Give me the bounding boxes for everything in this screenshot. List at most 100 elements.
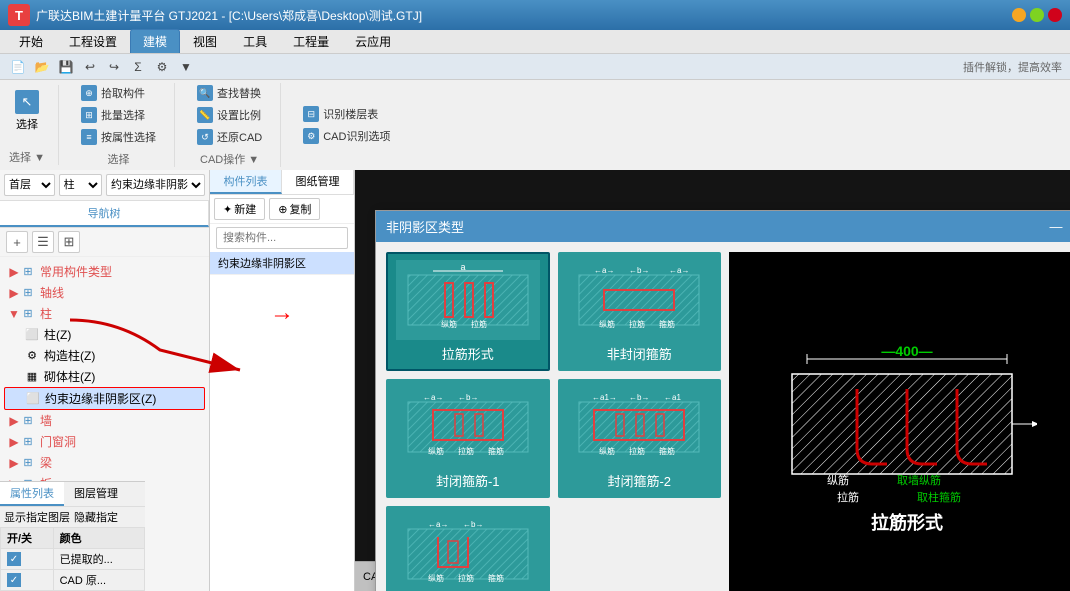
qt-redo[interactable]: ↪ xyxy=(104,57,124,77)
qt-sum[interactable]: Σ xyxy=(128,57,148,77)
dialog-title-bar[interactable]: 非阴影区类型 — ✕ xyxy=(376,211,1070,242)
tree-item-axis[interactable]: ▶ ⊞ 轴线 xyxy=(4,282,205,303)
type-card-fengbi2[interactable]: ←a1→ ←b→ ←a1 纵筋 拉筋 箍筋 xyxy=(558,379,722,498)
svg-text:箍筋: 箍筋 xyxy=(659,319,675,329)
label-beam: 梁 xyxy=(40,454,52,471)
tab-cloud[interactable]: 云应用 xyxy=(342,29,404,53)
layer-check-2[interactable] xyxy=(1,570,54,591)
identify-floor-btn[interactable]: ⊟ 识别楼层表 xyxy=(297,104,396,124)
close-button[interactable] xyxy=(1048,8,1062,22)
qt-more[interactable]: ▼ xyxy=(176,57,196,77)
tree-item-door-window[interactable]: ▶ ⊞ 门窗洞 xyxy=(4,431,205,452)
tab-tools[interactable]: 工具 xyxy=(230,29,280,53)
select-label: 选择 xyxy=(16,116,38,132)
tab-layer-mgmt[interactable]: 图层管理 xyxy=(64,482,128,506)
expand-column[interactable]: ▼ xyxy=(8,307,20,321)
type-card-uxing[interactable]: ←a→ ←b→ 纵筋 拉筋 箍筋 U形箍筋-1 xyxy=(386,506,550,591)
tree-item-common[interactable]: ▶ ⊞ 常用构件类型 xyxy=(4,261,205,282)
floor-dropdown[interactable]: 首层 xyxy=(4,174,55,196)
tab-modeling[interactable]: 建模 xyxy=(130,29,180,53)
tab-project-settings[interactable]: 工程设置 xyxy=(56,29,130,53)
title-controls xyxy=(1012,8,1062,22)
batch-select-btn[interactable]: ⊞ 批量选择 xyxy=(75,105,162,125)
qt-new[interactable]: 📄 xyxy=(8,57,28,77)
tree-grid-btn[interactable]: ⊞ xyxy=(58,231,80,253)
card-label-lajin: 拉筋形式 xyxy=(442,340,494,363)
layer-check-1[interactable] xyxy=(1,549,54,570)
copy-component-btn[interactable]: ⊕ 复制 xyxy=(269,198,320,220)
ribbon-content: ↖ 选择 选择 ▼ ⊕ 拾取构件 ⊞ 批量选择 ≡ 按属性选择 选择 🔍 查找替… xyxy=(0,80,1070,170)
qt-open[interactable]: 📂 xyxy=(32,57,52,77)
tab-drawings[interactable]: 图纸管理 xyxy=(282,170,354,194)
attr-table: 开/关 颜色 已提取的... CAD 原... xyxy=(0,527,145,591)
tree-item-column[interactable]: ▼ ⊞ 柱 xyxy=(4,303,205,324)
tree-item-beam[interactable]: ▶ ⊞ 梁 xyxy=(4,452,205,473)
layer-row-2: CAD 原... xyxy=(1,570,145,591)
maximize-button[interactable] xyxy=(1030,8,1044,22)
tab-component-list[interactable]: 构件列表 xyxy=(210,170,282,194)
card-label-fengbi2: 封闭箍筋-2 xyxy=(607,467,671,490)
select-button[interactable]: ↖ 选择 xyxy=(8,85,46,137)
tab-start[interactable]: 开始 xyxy=(6,29,56,53)
tree-add-btn[interactable]: + xyxy=(6,231,28,253)
svg-text:—400—: —400— xyxy=(881,343,932,359)
fengbi1-svg: ←a→ ←b→ 纵筋 拉筋 箍筋 xyxy=(403,392,533,462)
qt-undo[interactable]: ↩ xyxy=(80,57,100,77)
cad-options-btn[interactable]: ⚙ CAD识别选项 xyxy=(297,126,396,146)
expand-common[interactable]: ▶ xyxy=(8,265,20,279)
find-label: 查找替换 xyxy=(217,85,261,101)
ribbon-tabs: 开始 工程设置 建模 视图 工具 工程量 云应用 xyxy=(0,30,1070,54)
layer-name-2: CAD 原... xyxy=(53,570,144,591)
qt-settings[interactable]: ⚙ xyxy=(152,57,172,77)
tree-list-btn[interactable]: ☰ xyxy=(32,231,54,253)
tab-nav-tree[interactable]: 导航树 xyxy=(0,201,209,227)
attr-tabs: 属性列表 图层管理 xyxy=(0,482,145,507)
svg-text:拉筋: 拉筋 xyxy=(471,319,487,329)
tree-item-wall[interactable]: ▶ ⊞ 墙 xyxy=(4,410,205,431)
layer-hint-2: 隐藏指定 xyxy=(74,509,118,525)
card-label-fengbi1: 封闭箍筋-1 xyxy=(436,467,500,490)
type-card-fenfeng[interactable]: ←a→ ←b→ ←a→ 纵筋 拉筋 箍筋 非封闭箍筋 xyxy=(558,252,722,371)
filter-dropdown[interactable]: 约束边缘非阴影 xyxy=(106,174,205,196)
qt-save[interactable]: 💾 xyxy=(56,57,76,77)
dialog-title-controls: — ✕ xyxy=(1048,219,1070,235)
tree-item-col-masonry[interactable]: ▦ 砌体柱(Z) xyxy=(4,366,205,387)
svg-text:←a→: ←a→ xyxy=(594,266,614,275)
dialog-min-btn[interactable]: — xyxy=(1048,219,1064,235)
svg-text:箍筋: 箍筋 xyxy=(488,446,504,456)
svg-text:取墙纵筋: 取墙纵筋 xyxy=(897,473,941,487)
identify-floor-icon: ⊟ xyxy=(303,106,319,122)
expand-wall[interactable]: ▶ xyxy=(8,414,20,428)
minimize-button[interactable] xyxy=(1012,8,1026,22)
icon-beam: ⊞ xyxy=(20,455,36,471)
tab-quantity[interactable]: 工程量 xyxy=(280,29,342,53)
component-list-item[interactable]: 约束边缘非阴影区 xyxy=(210,252,354,275)
expand-door-window[interactable]: ▶ xyxy=(8,435,20,449)
set-scale-btn[interactable]: 📏 设置比例 xyxy=(191,105,268,125)
scale-label: 设置比例 xyxy=(217,107,261,123)
app-logo: T xyxy=(8,4,30,26)
label-common: 常用构件类型 xyxy=(40,263,112,280)
svg-text:拉筋: 拉筋 xyxy=(458,573,474,583)
find-replace-btn[interactable]: 🔍 查找替换 xyxy=(191,83,268,103)
component-dropdown[interactable]: 柱 xyxy=(59,174,102,196)
tree-item-col-struct[interactable]: ⚙ 构造柱(Z) xyxy=(4,345,205,366)
tree-item-col-shadow[interactable]: ⬜ 约束边缘非阴影区(Z) xyxy=(4,387,205,410)
layer-row-1: 已提取的... xyxy=(1,549,145,570)
tab-view[interactable]: 视图 xyxy=(180,29,230,53)
quick-toolbar: 📄 📂 💾 ↩ ↪ Σ ⚙ ▼ 插件解锁，提高效率 xyxy=(0,54,1070,80)
search-input[interactable] xyxy=(216,227,348,249)
svg-text:←a→: ←a→ xyxy=(423,393,443,402)
type-card-lajin[interactable]: a 纵筋 拉筋 拉筋形式 xyxy=(386,252,550,371)
tree-item-col-z[interactable]: ⬜ 柱(Z) xyxy=(4,324,205,345)
attr-select-btn[interactable]: ≡ 按属性选择 xyxy=(75,127,162,147)
expand-beam[interactable]: ▶ xyxy=(8,456,20,470)
card-image-lajin: a 纵筋 拉筋 xyxy=(396,260,540,340)
tab-attr-list[interactable]: 属性列表 xyxy=(0,482,64,506)
expand-axis[interactable]: ▶ xyxy=(8,286,20,300)
restore-cad-btn[interactable]: ↺ 还原CAD xyxy=(191,127,268,147)
new-component-btn[interactable]: ✦ 新建 xyxy=(214,198,265,220)
type-card-fengbi1[interactable]: ←a→ ←b→ 纵筋 拉筋 箍筋 xyxy=(386,379,550,498)
pickup-component-btn[interactable]: ⊕ 拾取构件 xyxy=(75,83,162,103)
copy-icon: ⊕ xyxy=(278,203,287,216)
